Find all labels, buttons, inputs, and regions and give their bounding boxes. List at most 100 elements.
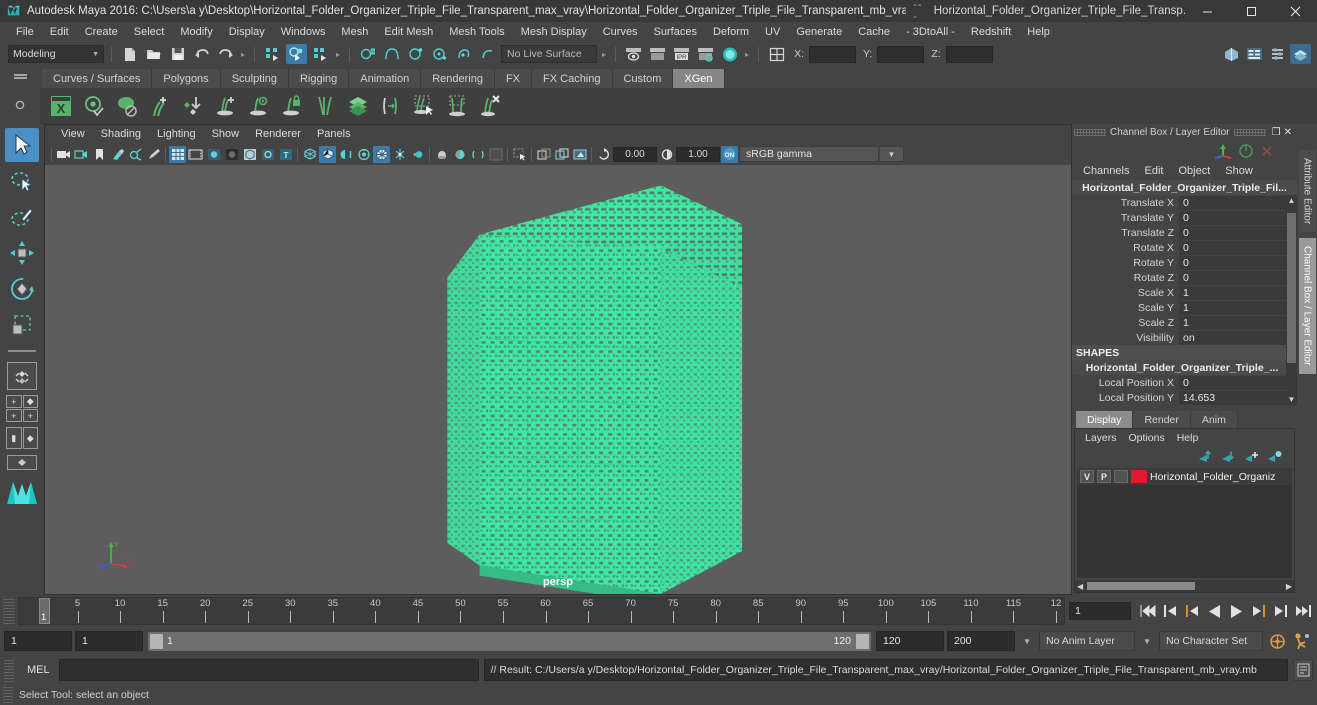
xray-joints-icon[interactable] — [469, 146, 486, 163]
menu-select[interactable]: Select — [126, 24, 173, 40]
layer-list-horizontal-scrollbar[interactable]: ◀ ▶ — [1075, 580, 1294, 592]
channel-value[interactable]: 14.653 — [1179, 390, 1297, 405]
texture-shading-icon[interactable] — [259, 146, 276, 163]
playback-start-field[interactable]: 1 — [75, 631, 143, 651]
new-layer-from-selection-icon[interactable] — [1267, 450, 1282, 463]
expand-arrow-icon[interactable]: ▸ — [239, 50, 247, 59]
toggle-viewcube-icon[interactable] — [535, 146, 552, 163]
select-by-object-button[interactable] — [286, 44, 308, 64]
xgen-select-primitives-icon[interactable] — [409, 91, 439, 121]
undock-icon[interactable]: ❐ — [1272, 127, 1281, 138]
channel-value[interactable]: 0 — [1179, 210, 1297, 225]
step-back-key-button[interactable] — [1160, 601, 1181, 621]
menu-file[interactable]: File — [8, 24, 42, 40]
menuset-selector[interactable]: Modeling ▼ — [8, 45, 104, 63]
minimize-button[interactable] — [1185, 0, 1229, 22]
make-live-button[interactable] — [477, 44, 498, 64]
menu-edit-mesh[interactable]: Edit Mesh — [376, 24, 441, 40]
viewport-menu-lighting[interactable]: Lighting — [149, 128, 204, 140]
layer-menu-help[interactable]: Help — [1171, 432, 1205, 444]
play-forwards-button[interactable] — [1226, 601, 1247, 621]
shelf-menu-icon[interactable] — [13, 72, 27, 85]
manipulator-disabled-icon[interactable] — [1259, 143, 1275, 159]
menu-display[interactable]: Display — [221, 24, 273, 40]
anim-layer-dropdown-arrow[interactable]: ▼ — [1018, 631, 1036, 651]
paint-select-tool-button[interactable] — [5, 200, 39, 234]
shelf-tab-xgen[interactable]: XGen — [673, 69, 725, 88]
channel-row[interactable]: Translate X 0 — [1072, 195, 1297, 210]
hardware-texturing-icon[interactable]: T — [277, 146, 294, 163]
film-gate-icon[interactable] — [187, 146, 204, 163]
layer-menu-options[interactable]: Options — [1123, 432, 1171, 444]
go-to-end-button[interactable] — [1292, 601, 1313, 621]
animation-preferences-icon[interactable] — [1291, 630, 1313, 652]
scroll-up-arrow-icon[interactable]: ▲ — [1286, 196, 1297, 205]
xgen-disable-preview-icon[interactable] — [112, 91, 142, 121]
snap-to-grid-button[interactable] — [357, 44, 378, 64]
command-line-grip[interactable] — [4, 658, 14, 682]
two-d-pan-zoom-icon[interactable] — [127, 146, 144, 163]
cb-menu-channels[interactable]: Channels — [1076, 164, 1136, 178]
shadows-icon[interactable] — [337, 146, 354, 163]
color-space-dropdown-arrow[interactable]: ▼ — [880, 146, 904, 162]
xgen-layers-icon[interactable] — [343, 91, 373, 121]
menu-curves[interactable]: Curves — [595, 24, 646, 40]
channel-row[interactable]: Translate Z 0 — [1072, 225, 1297, 240]
animation-end-field[interactable]: 200 — [947, 631, 1015, 651]
camera-attributes-icon[interactable] — [73, 146, 90, 163]
channel-value[interactable]: 0 — [1179, 270, 1297, 285]
close-button[interactable] — [1273, 0, 1317, 22]
viewport-menu-shading[interactable]: Shading — [93, 128, 149, 140]
scrollbar-thumb[interactable] — [1287, 213, 1296, 363]
viewport-menu-renderer[interactable]: Renderer — [247, 128, 309, 140]
go-to-start-button[interactable] — [1138, 601, 1159, 621]
panel-grip-icon[interactable] — [1233, 128, 1266, 136]
menu-windows[interactable]: Windows — [273, 24, 334, 40]
xgen-groom-visibility-icon[interactable] — [244, 91, 274, 121]
quick-layout-persp-graph-button[interactable] — [7, 455, 37, 470]
layer-playback-toggle[interactable]: P — [1097, 470, 1111, 483]
channel-row[interactable]: Scale Z 1 — [1072, 315, 1297, 330]
use-all-lights-icon[interactable] — [319, 145, 336, 163]
play-backwards-button[interactable] — [1204, 601, 1225, 621]
menu-modify[interactable]: Modify — [172, 24, 220, 40]
channel-value[interactable]: 1 — [1179, 300, 1297, 315]
wireframe-shading-icon[interactable] — [205, 146, 222, 163]
snap-to-view-plane-button[interactable] — [453, 44, 474, 64]
redo-button[interactable] — [215, 44, 236, 64]
script-editor-button[interactable] — [1293, 659, 1313, 681]
channel-row[interactable]: Rotate Z 0 — [1072, 270, 1297, 285]
select-by-component-button[interactable] — [310, 44, 331, 64]
shelf-tab-custom[interactable]: Custom — [612, 69, 674, 88]
no-manipulator-icon[interactable] — [1238, 143, 1254, 159]
undo-button[interactable] — [191, 44, 212, 64]
gamma-reset-icon[interactable] — [658, 146, 675, 163]
save-scene-button[interactable] — [167, 44, 188, 64]
shape-node-name-row[interactable]: Horizontal_Folder_Organizer_Triple_... — [1072, 360, 1297, 375]
isolate-select-icon[interactable] — [433, 146, 450, 163]
select-by-hierarchy-button[interactable] — [262, 44, 283, 64]
channel-box-scrollbar[interactable]: ▲ ▼ — [1286, 195, 1297, 405]
render-view-button[interactable] — [623, 44, 644, 64]
coord-x-field[interactable] — [808, 45, 856, 63]
hypershade-button[interactable] — [719, 44, 740, 64]
channel-row[interactable]: Scale Y 1 — [1072, 300, 1297, 315]
select-camera-icon[interactable] — [55, 146, 72, 163]
shelf-tab-rigging[interactable]: Rigging — [288, 69, 350, 88]
shelf-tab-fx[interactable]: FX — [494, 69, 533, 88]
step-forward-frame-button[interactable] — [1248, 601, 1269, 621]
character-set-field[interactable]: No Character Set — [1159, 631, 1263, 651]
render-sequence-button[interactable] — [647, 44, 668, 64]
snap-to-point-button[interactable] — [405, 44, 426, 64]
layer-name[interactable]: Horizontal_Folder_Organiz — [1150, 471, 1275, 483]
menu-edit[interactable]: Edit — [42, 24, 77, 40]
channel-row[interactable]: Rotate Y 0 — [1072, 255, 1297, 270]
use-default-lighting-icon[interactable] — [301, 146, 318, 163]
menu-redshift[interactable]: Redshift — [963, 24, 1019, 40]
quick-layout-hypershade-persp-button[interactable]: ◆ — [22, 427, 38, 449]
menu-3dtoall[interactable]: - 3DtoAll - — [898, 24, 963, 40]
shelf-tab-fx-caching[interactable]: FX Caching — [532, 69, 613, 88]
layer-list[interactable]: V P Horizontal_Folder_Organiz — [1077, 468, 1292, 578]
time-slider-grip[interactable] — [3, 598, 15, 624]
menu-surfaces[interactable]: Surfaces — [646, 24, 705, 40]
